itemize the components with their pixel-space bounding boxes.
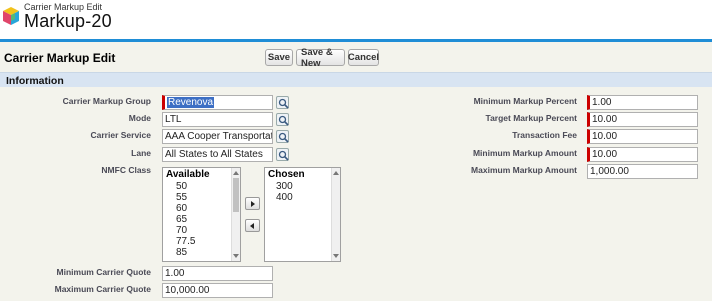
lane-lookup-icon[interactable] — [276, 148, 289, 161]
transaction-fee-field[interactable]: 10.00 — [587, 129, 698, 144]
mode-field[interactable]: LTL — [162, 112, 273, 127]
page-title: Markup-20 — [24, 11, 112, 31]
available-option[interactable]: 65 — [176, 214, 187, 225]
available-option[interactable]: 77.5 — [176, 236, 195, 247]
min-carrier-quote-field[interactable]: 1.00 — [162, 266, 273, 281]
mode-label: Mode — [128, 113, 151, 123]
min-markup-percent-field[interactable]: 1.00 — [587, 95, 698, 110]
carrier-service-lookup-icon[interactable] — [276, 130, 289, 143]
cube-logo-icon — [2, 6, 20, 26]
section-title: Information — [6, 75, 64, 87]
carrier-service-field[interactable]: AAA Cooper Transportatio — [162, 129, 273, 144]
target-markup-percent-field[interactable]: 10.00 — [587, 112, 698, 127]
chosen-option[interactable]: 300 — [276, 181, 293, 192]
arrow-left-icon — [250, 223, 254, 229]
max-carrier-quote-label: Maximum Carrier Quote — [54, 284, 151, 294]
available-option[interactable]: 50 — [176, 181, 187, 192]
max-markup-amount-field[interactable]: 1,000.00 — [587, 164, 698, 179]
panel-title: Carrier Markup Edit — [4, 51, 116, 65]
target-markup-percent-label: Target Markup Percent — [485, 113, 577, 123]
lane-label: Lane — [131, 148, 151, 158]
available-scrollbar[interactable] — [231, 168, 240, 261]
carrier-markup-group-value: Revenova — [167, 97, 215, 108]
lane-field[interactable]: All States to All States — [162, 147, 273, 162]
carrier-markup-group-lookup-icon[interactable] — [276, 96, 289, 109]
save-new-button[interactable]: Save & New — [296, 47, 345, 69]
min-carrier-quote-label: Minimum Carrier Quote — [56, 267, 151, 277]
chosen-scrollbar[interactable] — [331, 168, 340, 261]
nmfc-available-listbox[interactable]: Available 50 55 60 65 70 77.5 85 — [162, 167, 241, 262]
available-option[interactable]: 70 — [176, 225, 187, 236]
nmfc-chosen-listbox[interactable]: Chosen 300 400 — [264, 167, 341, 262]
scroll-down-icon[interactable] — [233, 254, 239, 258]
section-header-information: Information — [0, 72, 712, 87]
available-header: Available — [166, 169, 210, 180]
edit-panel: Carrier Markup Edit Save Save & New Canc… — [0, 39, 712, 301]
page-header: Carrier Markup Edit Markup-20 — [0, 0, 712, 38]
carrier-markup-group-label: Carrier Markup Group — [62, 96, 151, 106]
scroll-thumb[interactable] — [233, 178, 239, 212]
max-markup-amount-label: Maximum Markup Amount — [471, 165, 577, 175]
available-option[interactable]: 85 — [176, 247, 187, 258]
save-button[interactable]: Save — [265, 49, 293, 66]
scroll-up-icon[interactable] — [333, 171, 339, 175]
transaction-fee-label: Transaction Fee — [512, 130, 577, 140]
scroll-down-icon[interactable] — [333, 254, 339, 258]
mode-lookup-icon[interactable] — [276, 113, 289, 126]
min-markup-amount-field[interactable]: 10.00 — [587, 147, 698, 162]
available-option[interactable]: 60 — [176, 203, 187, 214]
available-option[interactable]: 55 — [176, 192, 187, 203]
carrier-service-label: Carrier Service — [90, 130, 152, 140]
nmfc-class-label: NMFC Class — [101, 165, 151, 175]
add-button[interactable] — [245, 197, 260, 210]
chosen-option[interactable]: 400 — [276, 192, 293, 203]
carrier-markup-group-field[interactable]: Revenova — [162, 95, 273, 110]
arrow-right-icon — [251, 201, 255, 207]
remove-button[interactable] — [245, 219, 260, 232]
min-markup-amount-label: Minimum Markup Amount — [472, 148, 577, 158]
chosen-header: Chosen — [268, 169, 305, 180]
cancel-button[interactable]: Cancel — [348, 49, 379, 66]
max-carrier-quote-field[interactable]: 10,000.00 — [162, 283, 273, 298]
min-markup-percent-label: Minimum Markup Percent — [473, 96, 577, 106]
scroll-up-icon[interactable] — [233, 171, 239, 175]
